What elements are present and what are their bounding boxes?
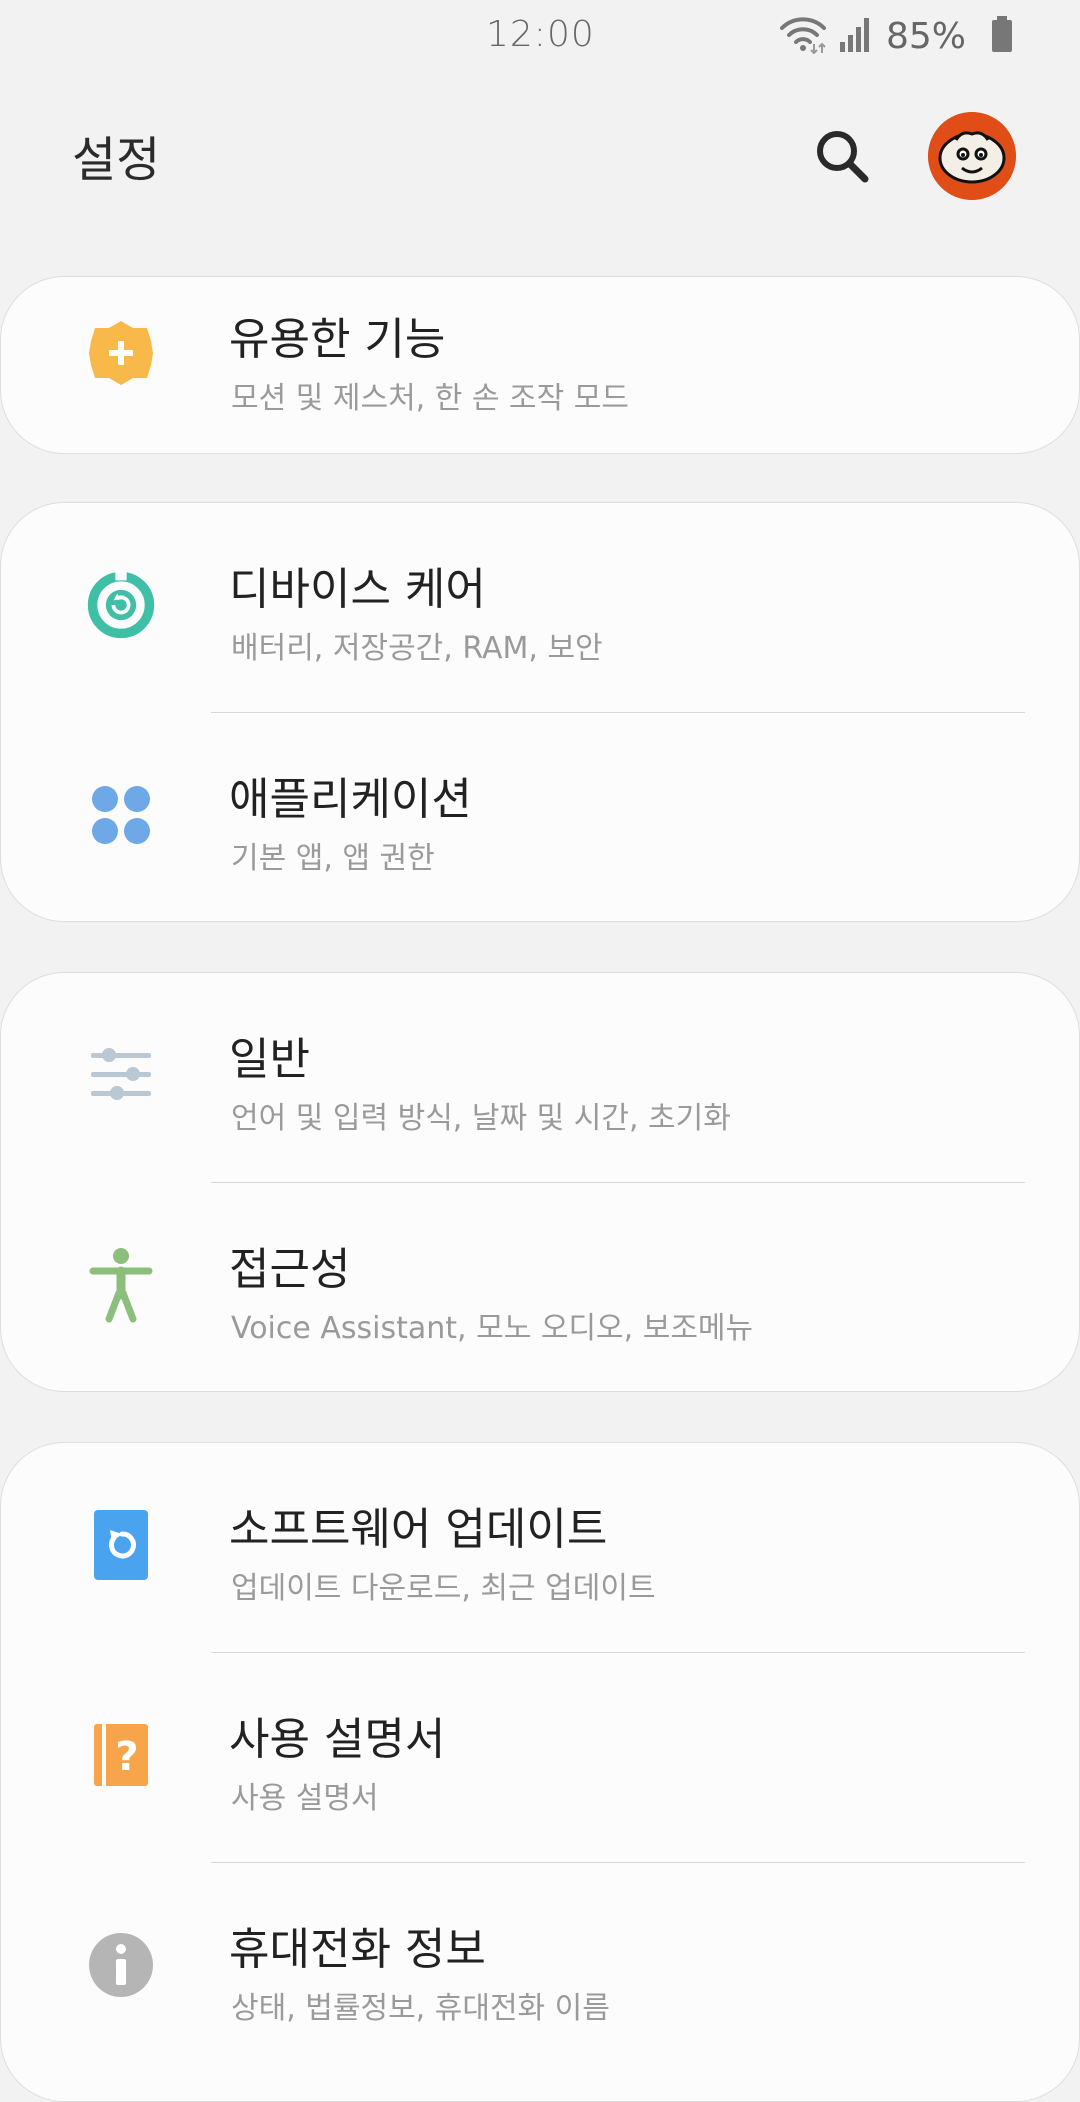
- settings-item-general[interactable]: 일반 언어 및 입력 방식, 날짜 및 시간, 초기화: [1, 973, 1079, 1183]
- item-title: 유용한 기능: [229, 314, 446, 365]
- status-time: 12:00: [486, 14, 595, 55]
- status-icons: 85%: [778, 12, 1014, 60]
- info-icon: [85, 1929, 157, 2001]
- accessibility-icon: [85, 1248, 157, 1323]
- item-title: 일반: [229, 1034, 310, 1085]
- settings-item-accessibility[interactable]: 접근성 Voice Assistant, 모노 오디오, 보조메뉴: [1, 1183, 1079, 1393]
- battery-icon: [990, 14, 1014, 58]
- item-title: 접근성: [229, 1244, 351, 1295]
- sliders-icon: [85, 1039, 157, 1111]
- apps-icon: [85, 779, 157, 851]
- svg-text:?: ?: [115, 1734, 138, 1780]
- settings-card-device: 디바이스 케어 배터리, 저장공간, RAM, 보안 애플리케이션 기본 앱, …: [0, 502, 1080, 922]
- settings-item-user-manual[interactable]: ? 사용 설명서 사용 설명서: [1, 1653, 1079, 1863]
- battery-percentage: 85%: [885, 15, 966, 57]
- search-button[interactable]: [806, 120, 878, 192]
- item-subtitle: Voice Assistant, 모노 오디오, 보조메뉴: [231, 1311, 754, 1346]
- item-subtitle: 기본 앱, 앱 권한: [231, 841, 435, 876]
- profile-avatar-button[interactable]: [928, 112, 1016, 200]
- avatar-icon: [928, 112, 1016, 200]
- item-subtitle: 업데이트 다운로드, 최근 업데이트: [231, 1571, 656, 1606]
- settings-item-device-care[interactable]: 디바이스 케어 배터리, 저장공간, RAM, 보안: [1, 503, 1079, 713]
- item-title: 디바이스 케어: [229, 564, 486, 615]
- gear-plus-icon: [85, 317, 157, 389]
- settings-item-useful-features[interactable]: 유용한 기능 모션 및 제스처, 한 손 조작 모드: [1, 277, 1079, 455]
- item-title: 애플리케이션: [229, 774, 472, 825]
- device-care-icon: [85, 569, 157, 641]
- item-subtitle: 상태, 법률정보, 휴대전화 이름: [231, 1991, 610, 2026]
- page-title: 설정: [72, 132, 161, 188]
- status-bar: 12:00 85%: [0, 0, 1080, 72]
- item-subtitle: 사용 설명서: [231, 1781, 379, 1816]
- item-title: 사용 설명서: [229, 1714, 446, 1765]
- item-title: 휴대전화 정보: [229, 1924, 486, 1975]
- app-header: 설정: [0, 90, 1080, 220]
- settings-card-software: 소프트웨어 업데이트 업데이트 다운로드, 최근 업데이트 ? 사용 설명서 사…: [0, 1442, 1080, 2102]
- settings-item-software-update[interactable]: 소프트웨어 업데이트 업데이트 다운로드, 최근 업데이트: [1, 1443, 1079, 1653]
- settings-item-about-phone[interactable]: 휴대전화 정보 상태, 법률정보, 휴대전화 이름: [1, 1863, 1079, 2073]
- settings-card-useful: 유용한 기능 모션 및 제스처, 한 손 조작 모드: [0, 276, 1080, 454]
- signal-icon: [838, 14, 872, 58]
- search-icon: [817, 131, 869, 183]
- item-subtitle: 언어 및 입력 방식, 날짜 및 시간, 초기화: [231, 1101, 731, 1136]
- item-subtitle: 모션 및 제스처, 한 손 조작 모드: [231, 381, 629, 416]
- item-title: 소프트웨어 업데이트: [229, 1504, 608, 1555]
- settings-item-applications[interactable]: 애플리케이션 기본 앱, 앱 권한: [1, 713, 1079, 923]
- settings-card-general: 일반 언어 및 입력 방식, 날짜 및 시간, 초기화 접근성 Voice As…: [0, 972, 1080, 1392]
- update-icon: [85, 1509, 157, 1581]
- wifi-icon: [778, 14, 828, 58]
- manual-icon: ?: [85, 1719, 157, 1791]
- item-subtitle: 배터리, 저장공간, RAM, 보안: [231, 631, 603, 666]
